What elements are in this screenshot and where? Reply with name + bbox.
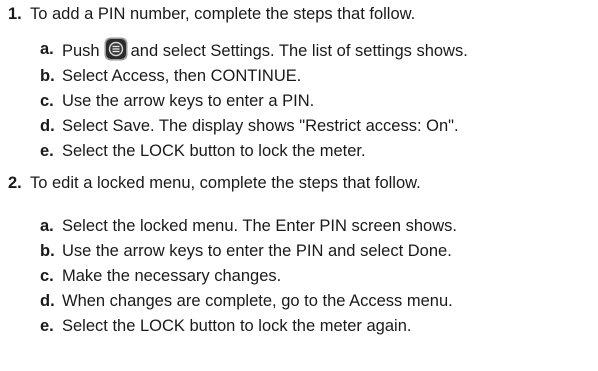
substep-text: Select the LOCK button to lock the meter…: [62, 317, 412, 335]
substep-letter: d.: [40, 117, 55, 135]
substep-letter: c.: [40, 267, 54, 285]
substep-letter: a.: [40, 217, 54, 235]
instruction-document: 1. To add a PIN number, complete the ste…: [0, 0, 598, 371]
substep-letter: d.: [40, 292, 55, 310]
substep-text: Select Save. The display shows "Restrict…: [62, 117, 459, 135]
substep-letter: e.: [40, 142, 54, 160]
step-text: To add a PIN number, complete the steps …: [30, 5, 416, 23]
step-number: 1.: [8, 5, 22, 23]
substep-text-before-icon: Push: [62, 42, 100, 60]
substep-text: Select the LOCK button to lock the meter…: [62, 142, 366, 160]
substep-text: Use the arrow keys to enter the PIN and …: [62, 242, 452, 260]
step-number: 2.: [8, 174, 22, 192]
substep-text: Select Access, then CONTINUE.: [62, 67, 302, 85]
substep-text-after-icon: and select Settings. The list of setting…: [130, 42, 468, 60]
substep-text: When changes are complete, go to the Acc…: [62, 292, 453, 310]
substep-letter: b.: [40, 67, 55, 85]
substep-letter: e.: [40, 317, 54, 335]
step-text: To edit a locked menu, complete the step…: [30, 174, 421, 192]
substep-letter: a.: [40, 40, 54, 58]
substep-text: Select the locked menu. The Enter PIN sc…: [62, 217, 457, 235]
substep-letter: c.: [40, 92, 54, 110]
substep-text: Use the arrow keys to enter a PIN.: [62, 92, 315, 110]
substep-letter: b.: [40, 242, 55, 260]
substep-text: Make the necessary changes.: [62, 267, 282, 285]
